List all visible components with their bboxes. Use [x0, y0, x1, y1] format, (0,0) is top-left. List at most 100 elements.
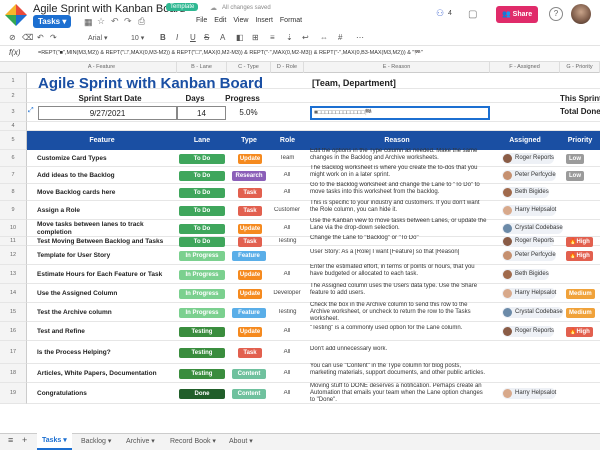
sheet-tab-about[interactable]: About ▾	[229, 437, 253, 445]
column-header-f[interactable]: F - Assigned	[490, 62, 560, 73]
task-role[interactable]: Team	[272, 155, 302, 161]
lane-badge[interactable]: In Progress	[179, 269, 225, 280]
borders-icon[interactable]: ⊞	[252, 33, 259, 42]
task-reason[interactable]: Go to the Backlog worksheet and change t…	[310, 182, 488, 196]
undo-toolbar-icon[interactable]: ↶	[37, 33, 44, 42]
priority-badge[interactable]: Low	[566, 153, 584, 164]
row-number[interactable]: 17	[0, 341, 27, 364]
task-reason[interactable]: Enter the estimated effort, in terms of …	[310, 264, 488, 278]
type-badge[interactable]: Task	[238, 205, 262, 216]
task-reason[interactable]: Use the Kanban view to move tasks betwee…	[310, 218, 488, 232]
assigned-user-chip[interactable]: Crystal Codebase	[502, 223, 563, 234]
task-role[interactable]: All	[272, 328, 302, 334]
lane-badge[interactable]: Done	[179, 388, 225, 399]
assigned-user-chip[interactable]: Roger Reports	[502, 153, 555, 164]
priority-badge[interactable]: Medium	[566, 288, 595, 299]
task-reason[interactable]: Don't add unnecessary work.	[310, 346, 488, 353]
task-role[interactable]: Developer	[272, 290, 302, 296]
row-number[interactable]: 3	[0, 103, 27, 122]
task-role[interactable]: All	[272, 172, 302, 178]
italic-icon[interactable]: I	[176, 33, 178, 42]
wrap-icon[interactable]: ↩	[302, 33, 309, 42]
collaborators-icon[interactable]: ⚇	[436, 8, 458, 22]
lane-badge[interactable]: Testing	[179, 326, 225, 337]
task-reason[interactable]: You can use "Content" in the Type column…	[310, 363, 488, 377]
chat-icon[interactable]: ▢	[468, 9, 477, 20]
add-sheet-icon[interactable]: +	[22, 435, 27, 445]
days-value[interactable]: 14	[177, 106, 226, 120]
paint-format-icon[interactable]: ⊘	[9, 33, 16, 42]
lane-badge[interactable]: Testing	[179, 368, 225, 379]
assigned-user-chip[interactable]: Roger Reports	[502, 236, 555, 247]
strikethrough-icon[interactable]: S	[204, 33, 209, 42]
sheet-selector-button[interactable]: Tasks ▾	[33, 15, 72, 28]
font-select[interactable]: Arial ▾	[88, 34, 107, 42]
lane-badge[interactable]: In Progress	[179, 250, 225, 261]
menu-edit[interactable]: Edit	[214, 17, 226, 24]
task-role[interactable]: All	[272, 189, 302, 195]
type-badge[interactable]: Update	[238, 153, 262, 164]
sheets-menu-icon[interactable]: ≡	[8, 435, 13, 445]
row-number[interactable]: 10	[0, 220, 27, 237]
type-badge[interactable]: Task	[238, 187, 262, 198]
task-feature[interactable]: Assign a Role	[37, 207, 177, 215]
assigned-user-chip[interactable]: Peter Perfcycle	[502, 250, 556, 261]
expand-row-icon[interactable]: ⤢	[28, 107, 34, 115]
priority-badge[interactable]: 🔥High	[566, 326, 593, 337]
sheet-tab-archive[interactable]: Archive ▾	[126, 437, 155, 445]
task-role[interactable]: Testing	[272, 309, 302, 315]
lane-badge[interactable]: Testing	[179, 347, 225, 358]
sheet-tab-backlog[interactable]: Backlog ▾	[81, 437, 111, 445]
assigned-user-chip[interactable]: Harry Helpsalot	[502, 205, 557, 216]
row-number[interactable]: 8	[0, 184, 27, 201]
row-number[interactable]: 2	[0, 89, 27, 103]
sheet-title[interactable]: Agile Sprint with Kanban Board	[38, 75, 263, 92]
type-badge[interactable]: Update	[238, 223, 262, 234]
sheet-tab-tasks[interactable]: Tasks ▾	[37, 433, 72, 450]
row-number[interactable]: 12	[0, 246, 27, 265]
task-feature[interactable]: Move Backlog cards here	[37, 189, 177, 197]
row-number[interactable]: 16	[0, 322, 27, 341]
type-badge[interactable]: Content	[232, 388, 266, 399]
lane-badge[interactable]: To Do	[179, 153, 225, 164]
lane-badge[interactable]: To Do	[179, 170, 225, 181]
task-reason[interactable]: The Backlog worksheet is where you creat…	[310, 165, 488, 179]
lane-badge[interactable]: In Progress	[179, 288, 225, 299]
underline-icon[interactable]: U	[190, 33, 196, 42]
assigned-user-chip[interactable]: Crystal Codebase	[502, 307, 563, 318]
menu-format[interactable]: Format	[280, 17, 302, 24]
clear-format-icon[interactable]: ⌫	[22, 33, 33, 42]
task-role[interactable]: All	[272, 370, 302, 376]
type-badge[interactable]: Update	[238, 288, 262, 299]
redo-toolbar-icon[interactable]: ↷	[50, 33, 57, 42]
task-feature[interactable]: Use the Assigned Column	[37, 290, 177, 298]
progress-bar-cell[interactable]: ■□□□□□□□□□□□□□🏁	[310, 106, 490, 120]
task-reason[interactable]: User Story: As a [Role] I want [Feature]…	[310, 249, 488, 256]
lane-badge[interactable]: To Do	[179, 205, 225, 216]
type-badge[interactable]: Task	[238, 236, 262, 247]
assigned-user-chip[interactable]: Peter Perfcycle	[502, 170, 556, 181]
align-icon[interactable]: ≡	[270, 33, 275, 42]
type-badge[interactable]: Research	[232, 170, 266, 181]
type-badge[interactable]: Task	[238, 347, 262, 358]
valign-icon[interactable]: ⇣	[286, 33, 293, 42]
task-feature[interactable]: Articles, White Papers, Documentation	[37, 370, 177, 378]
task-feature[interactable]: Template for User Story	[37, 252, 177, 260]
row-number[interactable]: 18	[0, 364, 27, 383]
column-header-e[interactable]: E - Reason	[304, 62, 490, 73]
menu-file[interactable]: File	[196, 17, 207, 24]
number-format-icon[interactable]: #	[338, 33, 342, 42]
assigned-user-chip[interactable]: Harry Helpsalot	[502, 388, 557, 399]
task-feature[interactable]: Test the Archive column	[37, 309, 177, 317]
lane-badge[interactable]: To Do	[179, 223, 225, 234]
share-button[interactable]: 👥 Share	[496, 6, 539, 23]
column-header-c[interactable]: C - Type	[227, 62, 271, 73]
row-number[interactable]: 9	[0, 201, 27, 220]
priority-badge[interactable]: Medium	[566, 307, 595, 318]
text-color-icon[interactable]: A	[220, 33, 225, 42]
row-number[interactable]: 1	[0, 73, 27, 89]
priority-badge[interactable]: Low	[566, 170, 584, 181]
row-number[interactable]: 4	[0, 122, 27, 131]
fill-color-icon[interactable]: ◧	[236, 33, 244, 42]
merge-icon[interactable]: ⇔	[320, 33, 328, 42]
